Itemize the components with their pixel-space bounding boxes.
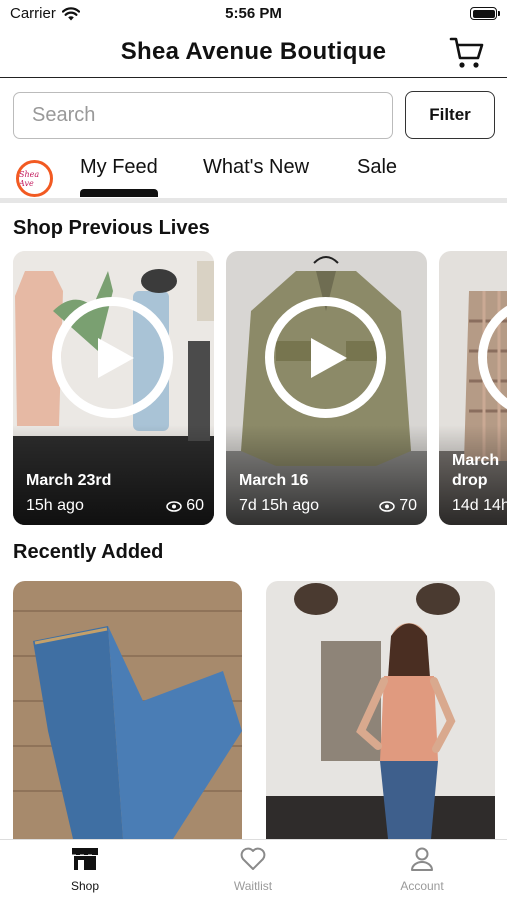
- storefront-icon: [72, 848, 98, 870]
- person-icon: [411, 847, 433, 871]
- views-count: 70: [399, 497, 417, 514]
- nav-label: Shop: [70, 879, 100, 893]
- live-ago: 14d 14h ago: [452, 497, 507, 514]
- live-card[interactable]: March drop 14d 14h ago: [439, 251, 507, 525]
- live-ago: 15h ago: [26, 497, 84, 514]
- views-count: 60: [186, 497, 204, 514]
- section-title-recently-added: Recently Added: [13, 541, 164, 563]
- heart-icon: [240, 847, 266, 870]
- status-bar: Carrier 5:56 PM: [0, 0, 507, 30]
- nav-label: Account: [400, 879, 444, 893]
- bottom-tab-bar: Shop Waitlist Account: [0, 839, 507, 900]
- live-ago: 7d 15h ago: [239, 497, 320, 514]
- store-logo[interactable]: Shea Ave: [16, 160, 53, 197]
- product-card[interactable]: [13, 581, 242, 839]
- live-card[interactable]: March 23rd 15h ago 60: [13, 251, 214, 525]
- live-title: March drop: [452, 452, 500, 489]
- clock: 5:56 PM: [225, 5, 282, 22]
- search-input[interactable]: Search: [13, 92, 393, 139]
- product-image: [266, 581, 495, 839]
- cart-button[interactable]: [449, 36, 485, 70]
- play-icon[interactable]: [265, 297, 386, 418]
- nav-account[interactable]: Account: [377, 846, 467, 893]
- live-title: March 16: [239, 472, 309, 489]
- store-logo-text: Shea Ave: [19, 169, 40, 188]
- product-image: [13, 581, 242, 839]
- page-title: Shea Avenue Boutique: [120, 38, 387, 65]
- live-card[interactable]: March 16 7d 15h ago 70: [226, 251, 427, 525]
- eye-icon: [379, 500, 395, 512]
- cart-icon: [449, 37, 484, 68]
- nav-waitlist[interactable]: Waitlist: [208, 846, 298, 893]
- nav-shop[interactable]: Shop: [40, 846, 130, 893]
- active-tab-indicator: [80, 189, 158, 197]
- product-card[interactable]: [266, 581, 495, 839]
- live-title: March 23rd: [26, 472, 112, 489]
- play-icon[interactable]: [52, 297, 173, 418]
- battery-icon: [470, 7, 500, 20]
- filter-button[interactable]: Filter: [405, 91, 495, 139]
- tab-sale[interactable]: Sale: [357, 156, 397, 179]
- eye-icon: [166, 500, 182, 512]
- tab-my-feed[interactable]: My Feed: [80, 156, 158, 179]
- live-views: 70: [379, 497, 417, 515]
- section-title-previous-lives: Shop Previous Lives: [13, 217, 210, 239]
- nav-label: Waitlist: [233, 879, 273, 893]
- feed-tabs: Shea Ave My Feed What's New Sale: [0, 152, 507, 202]
- divider: [0, 198, 507, 203]
- app-header: Shea Avenue Boutique: [0, 30, 507, 78]
- tab-whats-new[interactable]: What's New: [203, 156, 309, 179]
- live-views: 60: [166, 497, 204, 515]
